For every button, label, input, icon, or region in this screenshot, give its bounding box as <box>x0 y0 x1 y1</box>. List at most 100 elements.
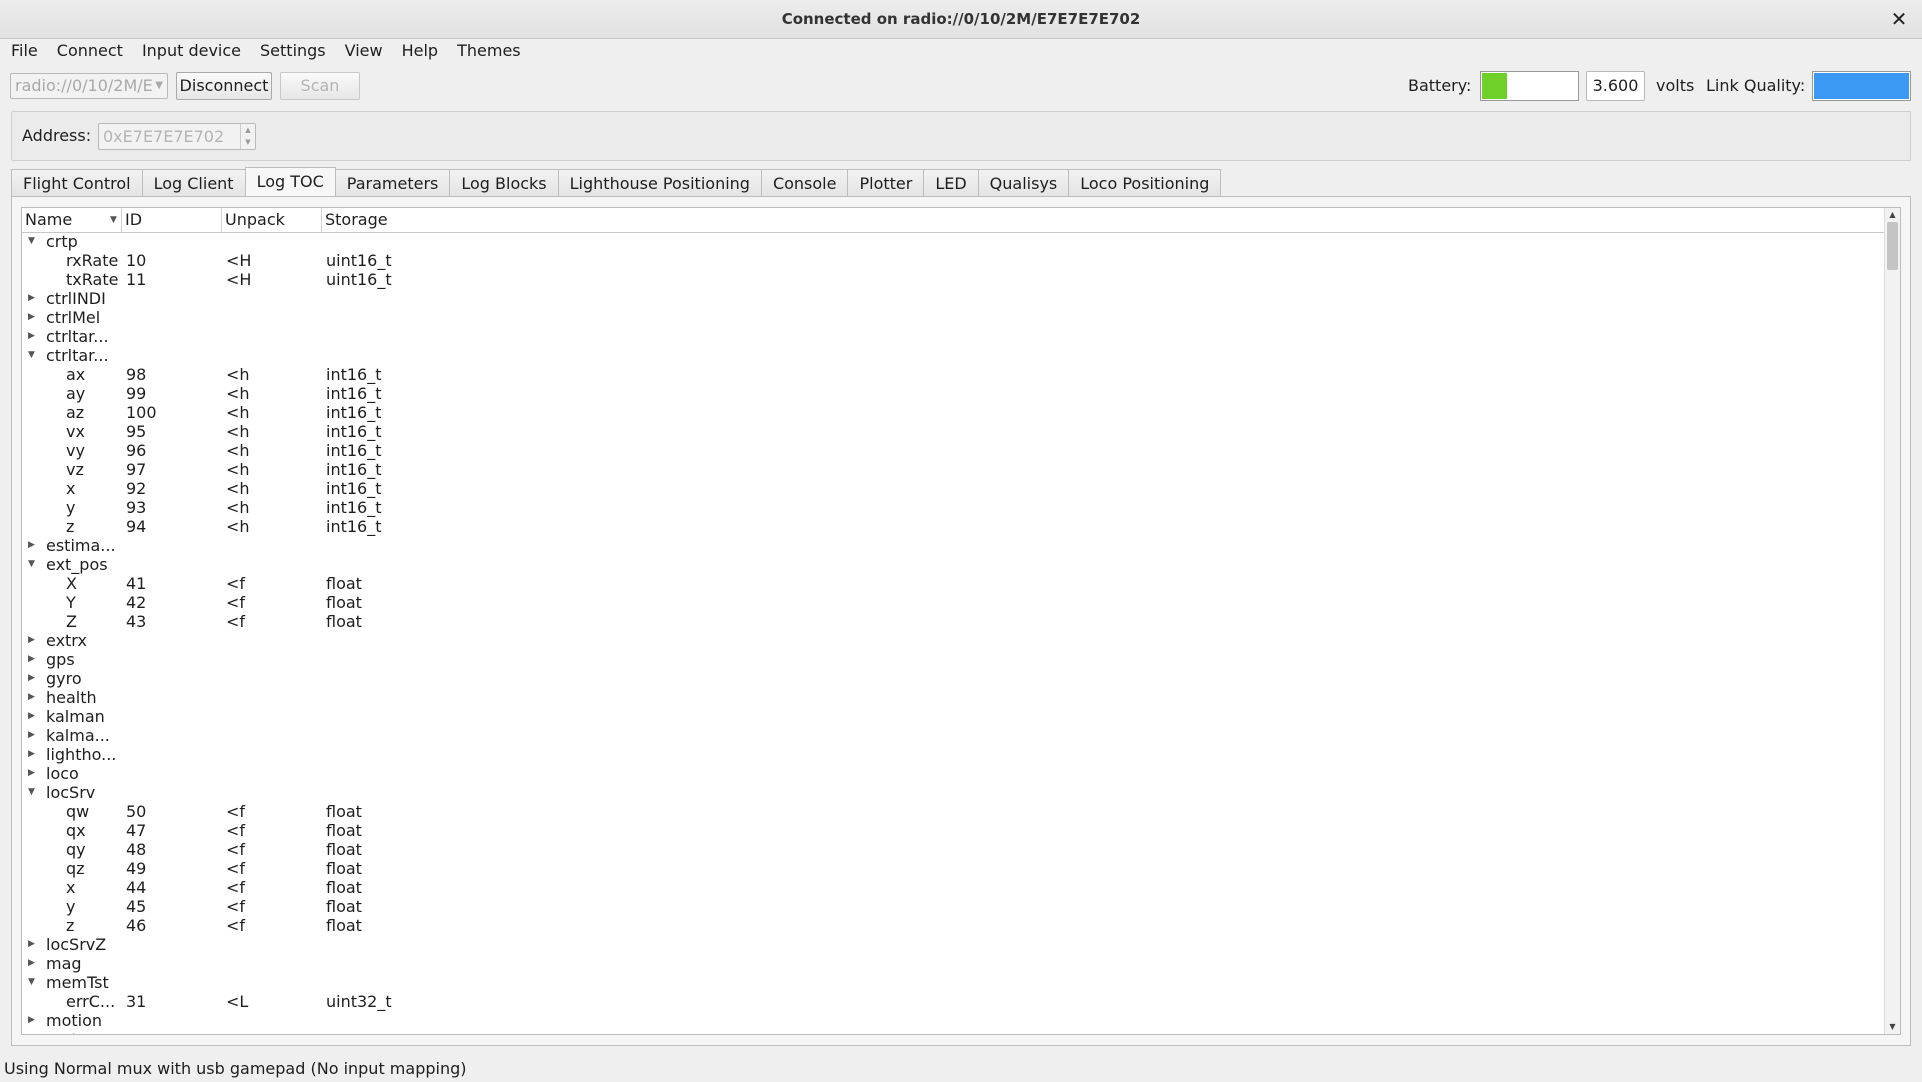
tree-group-row[interactable]: ▶ ctrlMel <box>22 308 1886 327</box>
expand-arrow-icon[interactable]: ▶ <box>28 289 38 308</box>
expand-arrow-icon[interactable]: ▶ <box>28 669 38 688</box>
vertical-scrollbar[interactable]: ▲ ▼ <box>1884 208 1900 1034</box>
tree-group-row[interactable]: ▶ gps <box>22 650 1886 669</box>
tree-variable-row[interactable]: az 100 <h int16_t <box>22 403 1886 422</box>
tree-variable-row[interactable]: X 41 <f float <box>22 574 1886 593</box>
tree-variable-row[interactable]: txRate 11 <H uint16_t <box>22 270 1886 289</box>
tree-variable-row[interactable]: vx 95 <h int16_t <box>22 422 1886 441</box>
tree-variable-row[interactable]: y 45 <f float <box>22 897 1886 916</box>
status-bar: Using Normal mux with usb gamepad (No in… <box>4 1059 467 1078</box>
expand-arrow-icon[interactable]: ▶ <box>28 688 38 707</box>
tab-log-client[interactable]: Log Client <box>141 169 245 198</box>
tree-group-row[interactable]: ▶ lightho... <box>22 745 1886 764</box>
menu-themes[interactable]: Themes <box>446 38 529 64</box>
tree-variable-row[interactable]: vy 96 <h int16_t <box>22 441 1886 460</box>
expand-arrow-icon[interactable]: ▶ <box>28 745 38 764</box>
tree-variable-row[interactable]: vz 97 <h int16_t <box>22 460 1886 479</box>
tab-qualisys[interactable]: Qualisys <box>977 169 1069 198</box>
tree-variable-row[interactable]: ax 98 <h int16_t <box>22 365 1886 384</box>
tree-group-row[interactable]: ▶ estima... <box>22 536 1886 555</box>
tree-variable-row[interactable]: rxRate 10 <H uint16_t <box>22 251 1886 270</box>
tree-group-row[interactable]: ▶ health <box>22 688 1886 707</box>
collapse-arrow-icon[interactable]: ▼ <box>28 232 38 251</box>
tree-variable-row[interactable]: errC... 31 <L uint32_t <box>22 992 1886 1011</box>
column-header-storage[interactable]: Storage <box>322 208 1886 232</box>
tree-group-row[interactable]: ▶ kalma... <box>22 726 1886 745</box>
tree-group-row[interactable]: ▶ gyro <box>22 669 1886 688</box>
tree-group-row[interactable]: ▼ crtp <box>22 232 1886 251</box>
tab-log-toc[interactable]: Log TOC <box>244 167 336 198</box>
column-header-unpack[interactable]: Unpack <box>222 208 322 232</box>
tree-group-row[interactable]: ▶ ctrltar... <box>22 327 1886 346</box>
collapse-arrow-icon[interactable]: ▼ <box>28 783 38 802</box>
spin-arrows-icon[interactable]: ▲ ▼ <box>240 124 255 149</box>
tree-variable-row[interactable]: Y 42 <f float <box>22 593 1886 612</box>
expand-arrow-icon[interactable]: ▶ <box>28 935 38 954</box>
tab-led[interactable]: LED <box>923 169 978 198</box>
column-header-id[interactable]: ID <box>122 208 222 232</box>
tree-variable-row[interactable]: Z 43 <f float <box>22 612 1886 631</box>
tab-flight-control[interactable]: Flight Control <box>11 169 142 198</box>
tab-parameters[interactable]: Parameters <box>335 169 450 198</box>
cell-id: 31 <box>126 992 147 1011</box>
tree-group-row[interactable]: ▼ ctrltar... <box>22 346 1886 365</box>
column-header-name[interactable]: Name <box>22 208 122 232</box>
tree-variable-row[interactable]: x 92 <h int16_t <box>22 479 1886 498</box>
tree-group-row[interactable]: ▶ locSrvZ <box>22 935 1886 954</box>
menu-connect[interactable]: Connect <box>46 38 131 64</box>
collapse-arrow-icon[interactable]: ▼ <box>28 346 38 365</box>
tab-console[interactable]: Console <box>760 169 848 198</box>
expand-arrow-icon[interactable]: ▶ <box>28 1030 38 1034</box>
cell-name: locSrv <box>46 783 96 802</box>
collapse-arrow-icon[interactable]: ▼ <box>28 973 38 992</box>
expand-arrow-icon[interactable]: ▶ <box>28 764 38 783</box>
expand-arrow-icon[interactable]: ▶ <box>28 707 38 726</box>
tree-variable-row[interactable]: qw 50 <f float <box>22 802 1886 821</box>
menu-settings[interactable]: Settings <box>249 38 334 64</box>
tree-group-row[interactable]: ▶ loco <box>22 764 1886 783</box>
tree-group-row[interactable]: ▼ memTst <box>22 973 1886 992</box>
menu-help[interactable]: Help <box>391 38 446 64</box>
scan-button[interactable]: Scan <box>280 72 360 100</box>
tree-variable-row[interactable]: qy 48 <f float <box>22 840 1886 859</box>
tree-variable-row[interactable]: ay 99 <h int16_t <box>22 384 1886 403</box>
expand-arrow-icon[interactable]: ▶ <box>28 650 38 669</box>
tree-variable-row[interactable]: qx 47 <f float <box>22 821 1886 840</box>
menu-file[interactable]: File <box>0 38 46 64</box>
scroll-down-icon[interactable]: ▼ <box>1885 1020 1900 1034</box>
address-spinbox[interactable]: 0xE7E7E7E702 ▲ ▼ <box>98 123 256 150</box>
disconnect-button[interactable]: Disconnect <box>176 72 272 100</box>
tree-variable-row[interactable]: y 93 <h int16_t <box>22 498 1886 517</box>
expand-arrow-icon[interactable]: ▶ <box>28 954 38 973</box>
scrollbar-thumb[interactable] <box>1887 222 1898 270</box>
radio-uri-select[interactable]: radio://0/10/2M/E ▼ <box>10 73 168 99</box>
expand-arrow-icon[interactable]: ▶ <box>28 536 38 555</box>
tree-variable-row[interactable]: qz 49 <f float <box>22 859 1886 878</box>
close-icon[interactable]: ✕ <box>1886 6 1912 32</box>
tree-group-row[interactable]: ▼ locSrv <box>22 783 1886 802</box>
menu-view[interactable]: View <box>334 38 391 64</box>
expand-arrow-icon[interactable]: ▶ <box>28 308 38 327</box>
expand-arrow-icon[interactable]: ▶ <box>28 631 38 650</box>
tree-variable-row[interactable]: z 46 <f float <box>22 916 1886 935</box>
tab-log-blocks[interactable]: Log Blocks <box>449 169 558 198</box>
tab-lighthouse-positioning[interactable]: Lighthouse Positioning <box>557 169 761 198</box>
tree-group-row[interactable]: ▶ motor <box>22 1030 1886 1034</box>
expand-arrow-icon[interactable]: ▶ <box>28 726 38 745</box>
tree-group-row[interactable]: ▶ ctrlINDI <box>22 289 1886 308</box>
tab-plotter[interactable]: Plotter <box>847 169 924 198</box>
tab-loco-positioning[interactable]: Loco Positioning <box>1068 169 1222 198</box>
tree-group-row[interactable]: ▼ ext_pos <box>22 555 1886 574</box>
tree-group-row[interactable]: ▶ motion <box>22 1011 1886 1030</box>
log-toc-tree[interactable]: Name ▼ ID Unpack Storage ▼ crtp rxRate 10 <H… <box>21 207 1901 1035</box>
expand-arrow-icon[interactable]: ▶ <box>28 327 38 346</box>
tree-group-row[interactable]: ▶ extrx <box>22 631 1886 650</box>
tree-group-row[interactable]: ▶ kalman <box>22 707 1886 726</box>
expand-arrow-icon[interactable]: ▶ <box>28 1011 38 1030</box>
tree-variable-row[interactable]: x 44 <f float <box>22 878 1886 897</box>
tree-group-row[interactable]: ▶ mag <box>22 954 1886 973</box>
menu-input-device[interactable]: Input device <box>131 38 249 64</box>
collapse-arrow-icon[interactable]: ▼ <box>28 555 38 574</box>
scroll-up-icon[interactable]: ▲ <box>1885 208 1900 222</box>
tree-variable-row[interactable]: z 94 <h int16_t <box>22 517 1886 536</box>
